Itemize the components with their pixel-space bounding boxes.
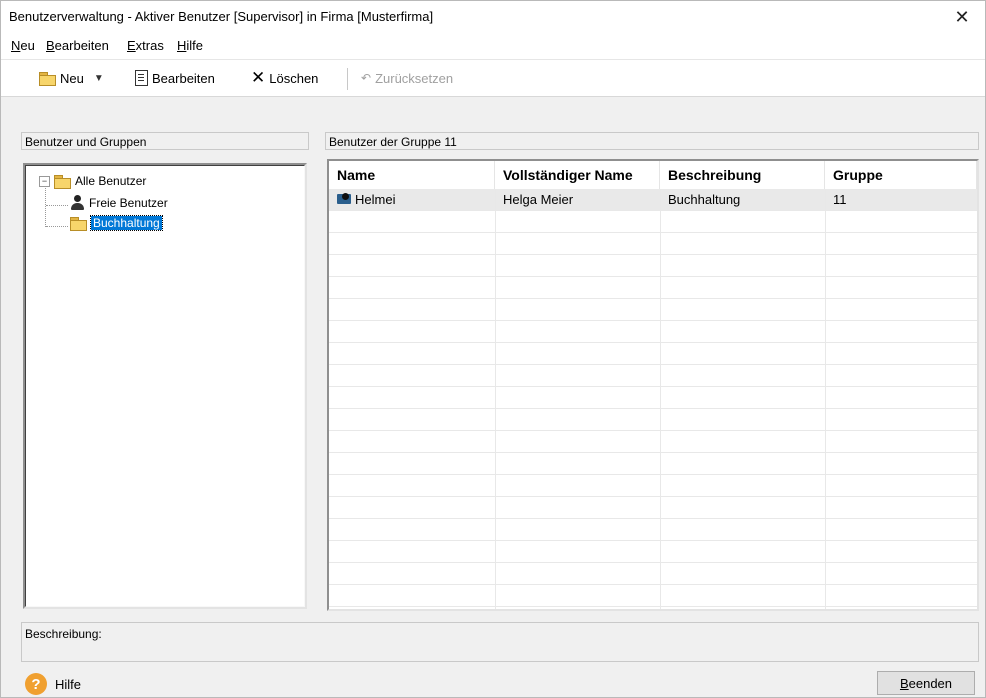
cell-full-name: Helga Meier	[503, 192, 574, 207]
empty-row	[329, 409, 977, 431]
empty-row	[329, 563, 977, 585]
close-app-button[interactable]: Beenden	[877, 671, 975, 695]
new-button-label: Neu	[60, 70, 84, 86]
close-button[interactable]: ✕	[939, 1, 985, 33]
user-icon	[70, 195, 85, 210]
empty-row	[329, 475, 977, 497]
help-label: Hilfe	[55, 676, 82, 692]
user-management-window: Benutzerverwaltung - Aktiver Benutzer [S…	[0, 0, 986, 698]
empty-row	[329, 211, 977, 233]
tree-node-label: Alle Benutzer	[75, 174, 147, 188]
menu-extras[interactable]: Extras	[127, 38, 164, 53]
table-row[interactable]: Helmei Helga Meier Buchhaltung 11	[329, 189, 977, 211]
empty-row	[329, 497, 977, 519]
description-panel: Beschreibung:	[21, 622, 979, 662]
description-label: Beschreibung:	[25, 627, 102, 641]
user-folder-icon	[337, 192, 352, 206]
tree-node-free-users[interactable]: Freie Benutzer	[70, 195, 168, 210]
cell-name: Helmei	[329, 189, 495, 211]
list-header: Name Vollständiger Name Beschreibung Gru…	[329, 161, 977, 190]
empty-row	[329, 321, 977, 343]
delete-button[interactable]: ✕ Löschen	[251, 68, 318, 88]
help-icon: ?	[25, 673, 47, 695]
column-header-full-name[interactable]: Vollständiger Name	[495, 161, 660, 189]
user-list[interactable]: Name Vollständiger Name Beschreibung Gru…	[327, 159, 979, 611]
empty-row	[329, 519, 977, 541]
tree-node-all-users[interactable]: − Alle Benutzer	[39, 174, 147, 189]
document-icon	[135, 70, 148, 86]
empty-row	[329, 299, 977, 321]
empty-row	[329, 233, 977, 255]
tree-node-label: Freie Benutzer	[89, 195, 168, 210]
reset-button[interactable]: ↶ Zurücksetzen	[361, 68, 453, 88]
delete-button-label: Löschen	[269, 70, 319, 86]
user-group-tree[interactable]: − Alle Benutzer Freie Benutzer Buchhaltu…	[23, 163, 307, 609]
menu-bar: Neu Bearbeiten Extras Hilfe	[1, 33, 985, 60]
menu-bearbeiten[interactable]: Bearbeiten	[46, 38, 109, 53]
empty-row	[329, 387, 977, 409]
reset-button-label: Zurücksetzen	[375, 70, 454, 86]
close-app-button-label: Beenden	[899, 675, 953, 691]
title-bar: Benutzerverwaltung - Aktiver Benutzer [S…	[1, 1, 985, 33]
cell-group: 11	[833, 192, 847, 207]
tree-node-label: Buchhaltung	[90, 215, 163, 231]
new-button[interactable]: Neu ▼	[39, 68, 104, 88]
delete-x-icon: ✕	[251, 68, 266, 87]
cell-name-text: Helmei	[355, 192, 396, 207]
edit-button[interactable]: Bearbeiten	[135, 68, 215, 88]
empty-row	[329, 453, 977, 475]
column-header-group[interactable]: Gruppe	[825, 161, 977, 189]
toolbar-separator	[347, 68, 348, 90]
dropdown-arrow-icon[interactable]: ▼	[94, 73, 104, 84]
collapse-icon[interactable]: −	[39, 175, 50, 187]
empty-row	[329, 277, 977, 299]
empty-row	[329, 585, 977, 607]
open-folder-icon	[70, 216, 87, 231]
window-title: Benutzerverwaltung - Aktiver Benutzer [S…	[9, 9, 434, 24]
empty-row	[329, 541, 977, 563]
toolbar: Neu ▼ Bearbeiten ✕ Löschen ↶ Zurücksetze…	[1, 60, 985, 97]
tree-node-buchhaltung[interactable]: Buchhaltung	[70, 215, 163, 231]
column-header-name[interactable]: Name	[329, 161, 495, 189]
empty-row	[329, 343, 977, 365]
folder-icon	[54, 174, 71, 189]
empty-row	[329, 365, 977, 387]
help-link[interactable]: ? Hilfe	[25, 673, 81, 695]
cell-description: Buchhaltung	[668, 192, 741, 207]
column-header-description[interactable]: Beschreibung	[660, 161, 825, 189]
empty-row	[329, 431, 977, 453]
users-groups-header: Benutzer und Gruppen	[21, 132, 309, 150]
empty-row	[329, 255, 977, 277]
menu-neu[interactable]: Neu	[11, 38, 35, 53]
undo-icon: ↶	[361, 71, 372, 85]
edit-button-label: Bearbeiten	[152, 70, 215, 86]
group-users-header: Benutzer der Gruppe 11	[325, 132, 979, 150]
menu-hilfe[interactable]: Hilfe	[177, 38, 203, 53]
folder-icon	[39, 71, 56, 86]
